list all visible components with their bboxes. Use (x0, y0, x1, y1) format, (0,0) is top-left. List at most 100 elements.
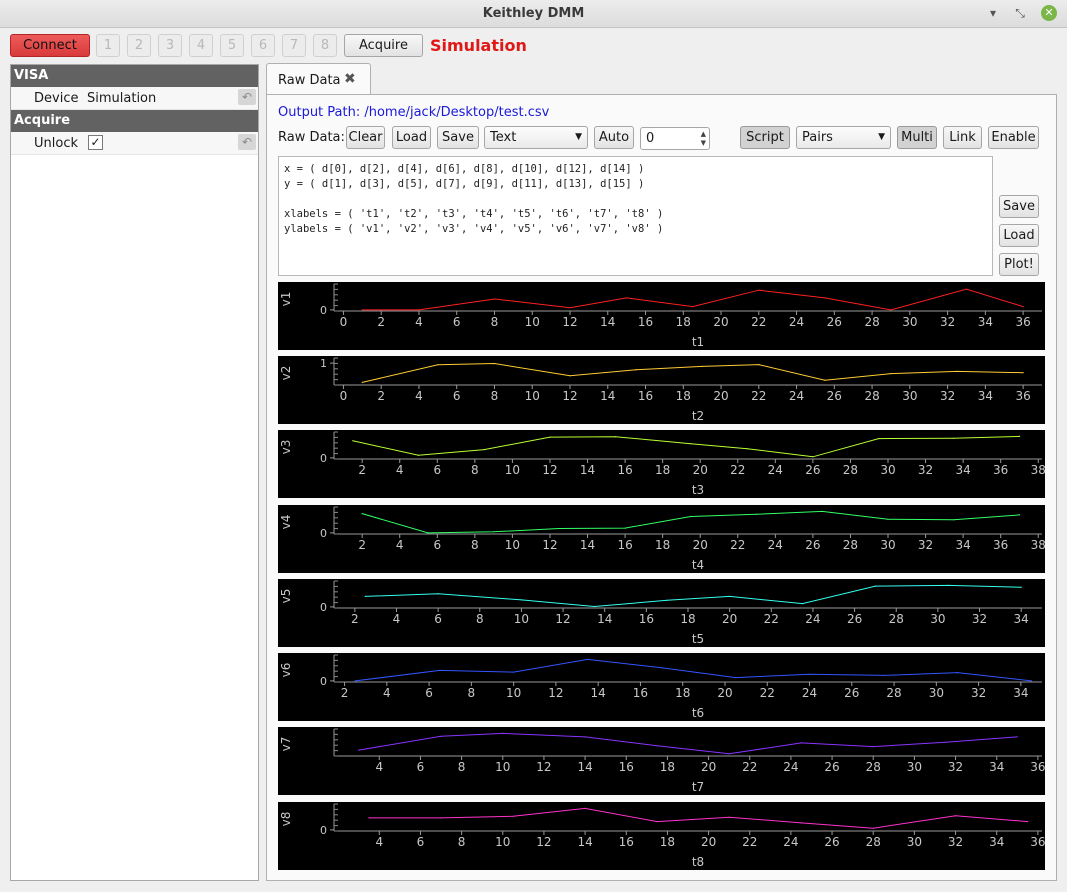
x-tick-label: 22 (742, 835, 757, 849)
raw-data-label: Raw Data: (278, 130, 345, 145)
enable-button[interactable]: Enable (988, 126, 1039, 149)
data-point (512, 815, 514, 817)
plot-button[interactable]: Plot! (999, 253, 1039, 276)
load-button[interactable]: Load (392, 126, 431, 149)
script-load-button[interactable]: Load (999, 224, 1039, 247)
x-tick-label: 32 (971, 686, 986, 700)
data-point (728, 816, 730, 818)
channel-button-5[interactable]: 5 (220, 34, 244, 57)
script-editor[interactable]: x = ( d[0], d[2], d[4], d[6], d[8], d[10… (278, 156, 993, 276)
x-tick-label: 8 (476, 612, 484, 626)
plot-v4[interactable]: 0 2 4 6 8 10 12 14 16 18 20 22 24 26 28 30 32 34 36 38 t4 v4 (278, 505, 1045, 573)
channel-button-1[interactable]: 1 (96, 34, 120, 57)
param-unlock[interactable]: Unlock ✓ ↶ (11, 132, 258, 155)
x-tick-label: 38 (1031, 538, 1045, 552)
script-toggle-button[interactable]: Script (740, 126, 790, 149)
data-point (824, 297, 826, 299)
unlock-checkbox[interactable]: ✓ (88, 135, 103, 150)
plot-v3-svg: 02 4 6 8 10 12 14 16 18 20 22 24 26 28 30 32 34 36 38t3v3 (279, 431, 1045, 497)
plot-v3[interactable]: 0 2 4 6 8 10 12 14 16 18 20 22 24 26 28 30 32 34 36 38 t3 v3 (278, 430, 1045, 498)
channel-button-8[interactable]: 8 (313, 34, 337, 57)
param-device-value[interactable]: Simulation (87, 91, 156, 106)
x-tick-label: 10 (495, 835, 510, 849)
x-tick-label: 8 (458, 760, 466, 774)
offset-spinbox[interactable]: 0 ▲ ▼ (640, 127, 710, 150)
channel-button-7[interactable]: 7 (282, 34, 306, 57)
channel-button-4[interactable]: 4 (189, 34, 213, 57)
data-point (364, 595, 366, 597)
data-point (584, 807, 586, 809)
script-save-button[interactable]: Save (999, 195, 1039, 218)
minimize-icon[interactable]: ▾ (985, 5, 1001, 21)
x-tick-label: 10 (525, 315, 540, 329)
data-point (947, 584, 949, 586)
x-tick-label: 16 (639, 612, 654, 626)
x-axis-label: t1 (692, 335, 704, 349)
plot-v1[interactable]: 0 0 2 4 6 8 10 12 14 16 18 20 22 24 26 28 30 32 34 36 t1 v1 (278, 282, 1045, 350)
data-point (882, 674, 885, 676)
auto-button[interactable]: Auto (594, 126, 634, 149)
connect-button[interactable]: Connect (10, 34, 90, 57)
plot-v1-svg: 00 2 4 6 8 10 12 14 16 18 20 22 24 26 28 30 32 34 36t1v1 (279, 283, 1042, 349)
tab-raw-data[interactable]: Raw Data ✖ (266, 63, 371, 95)
x-tick-label: 8 (458, 835, 466, 849)
data-point (569, 307, 571, 309)
tab-close-icon[interactable]: ✖ (344, 71, 356, 87)
x-tick-label: 20 (713, 389, 728, 403)
spin-up-icon[interactable]: ▲ (701, 130, 706, 138)
data-point (358, 749, 360, 751)
x-tick-label: 18 (676, 315, 691, 329)
y-axis-label: v8 (279, 812, 293, 827)
link-button[interactable]: Link (943, 126, 982, 149)
channel-button-3[interactable]: 3 (158, 34, 182, 57)
data-point (690, 515, 692, 518)
data-point (635, 369, 637, 371)
clear-button[interactable]: Clear (346, 126, 385, 149)
multi-toggle-button[interactable]: Multi (897, 126, 937, 149)
x-tick-label: 26 (847, 612, 862, 626)
channel-button-2[interactable]: 2 (127, 34, 151, 57)
save-button[interactable]: Save (437, 126, 479, 149)
data-point (361, 309, 363, 311)
x-tick-label: 6 (417, 835, 425, 849)
restore-icon[interactable]: ⤡ (1012, 5, 1028, 21)
window-title: Keithley DMM (482, 6, 585, 21)
x-tick-label: 26 (805, 463, 820, 477)
section-acquire[interactable]: Acquire (11, 110, 258, 132)
data-point (584, 736, 586, 738)
param-device-label: Device (34, 91, 79, 106)
x-tick-label: 2 (341, 686, 349, 700)
data-point (953, 437, 955, 439)
plot-v2[interactable]: 1 0 2 4 6 8 10 12 14 16 18 20 22 24 26 28 30 32 34 36 t2 v2 (278, 356, 1045, 424)
format-select[interactable]: Text ▼ (484, 126, 588, 149)
reset-default-icon[interactable]: ↶ (238, 134, 256, 150)
offset-spinbox-value: 0 (646, 131, 655, 146)
data-point (569, 375, 571, 377)
x-tick-label: 24 (789, 389, 804, 403)
reset-default-icon[interactable]: ↶ (238, 89, 256, 105)
spin-down-icon[interactable]: ▼ (701, 139, 706, 147)
script-line: y = ( d[1], d[3], d[5], d[7], d[9], d[11… (284, 178, 645, 190)
x-tick-label: 12 (536, 835, 551, 849)
close-icon[interactable]: ✕ (1041, 5, 1057, 21)
data-point (1022, 306, 1024, 308)
plot-v6[interactable]: 0 2 4 6 8 10 12 14 16 18 20 22 24 26 28 30 32 34 t6 v6 (278, 653, 1045, 721)
y-tick-label: 0 (320, 304, 327, 317)
data-point (956, 370, 958, 372)
mode-select[interactable]: Pairs ▼ (796, 126, 891, 149)
acquire-button[interactable]: Acquire (344, 34, 423, 57)
param-device[interactable]: Device Simulation ↶ (11, 87, 258, 110)
section-visa[interactable]: VISA (11, 65, 258, 87)
channel-button-6[interactable]: 6 (251, 34, 275, 57)
script-line: x = ( d[0], d[2], d[4], d[6], d[8], d[10… (284, 163, 645, 175)
plot-v7[interactable]: 4 6 8 10 12 14 16 18 20 22 24 26 28 30 32 34 36 t7 v7 (278, 727, 1045, 795)
x-tick-label: 26 (824, 760, 839, 774)
x-tick-label: 14 (577, 760, 592, 774)
plot-v8[interactable]: 0 4 6 8 10 12 14 16 18 20 22 24 26 28 30 32 34 36 t8 v8 (278, 802, 1045, 870)
plot-v5[interactable]: 0 2 4 6 8 10 12 14 16 18 20 22 24 26 28 30 32 34 t5 v5 (278, 579, 1045, 647)
y-axis-label: v6 (279, 663, 293, 678)
data-point (890, 373, 892, 375)
data-point (483, 449, 485, 451)
data-point (800, 822, 802, 824)
chevron-down-icon: ▼ (878, 132, 885, 142)
